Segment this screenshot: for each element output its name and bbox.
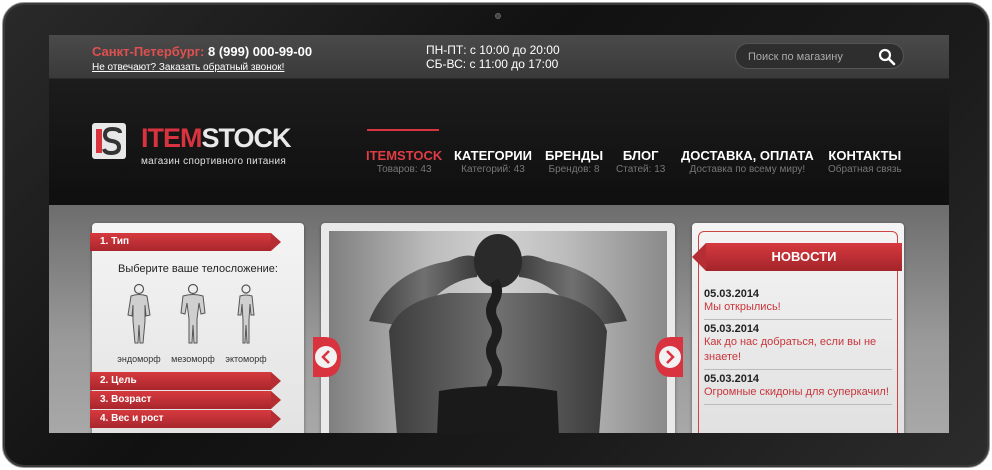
nav-sublabel: Обратная связь [828, 164, 902, 175]
nav-label: БЛОГ [622, 148, 659, 163]
camera-dot [495, 13, 501, 19]
logo-wordmark[interactable]: ITEMSTOCK [141, 123, 292, 154]
city-label: Санкт-Петербург: [92, 44, 205, 59]
body-type-prompt: Выберите ваше телосложение: [118, 263, 278, 275]
news-panel: НОВОСТИ 05.03.2014 Мы открылись! 05.03.2… [692, 223, 904, 433]
slide-image [329, 231, 667, 433]
news-item[interactable]: 05.03.2014 Как до нас добраться, если вы… [704, 320, 892, 370]
news-title-link[interactable]: Как до нас добраться, если вы не знаете! [704, 335, 892, 365]
body-type-label: эндоморф [117, 354, 161, 364]
nav-label: ITEMSTOCK [366, 148, 443, 163]
nav-active-indicator [367, 129, 439, 131]
logo-word-item: ITEM [141, 123, 202, 153]
callback-link[interactable]: Не отвечают? Заказать обратный звонок! [92, 62, 284, 73]
website-screen: Санкт-Петербург: 8 (999) 000-99-00 Не от… [49, 35, 949, 433]
news-item[interactable]: 05.03.2014 Мы открылись! [704, 285, 892, 320]
nav-item-brands[interactable]: БРЕНДЫ Брендов: 8 [545, 148, 603, 175]
content-area: 1. Тип Выберите ваше телосложение: эндом… [49, 205, 949, 433]
search-box [735, 43, 904, 69]
body-type-selector: 1. Тип Выберите ваше телосложение: эндом… [90, 223, 304, 433]
nav-label: ДОСТАВКА, ОПЛАТА [681, 148, 814, 163]
logo-icon[interactable] [92, 123, 126, 159]
search-icon[interactable] [878, 48, 896, 66]
phone-number[interactable]: 8 (999) 000-99-00 [208, 44, 312, 59]
nav-item-contacts[interactable]: КОНТАКТЫ Обратная связь [828, 148, 902, 175]
step-tab-age[interactable]: 3. Возраст [90, 391, 281, 409]
body-type-label: эктоморф [225, 354, 267, 364]
news-date: 05.03.2014 [704, 288, 760, 300]
logo-tagline: магазин спортивного питания [141, 156, 287, 167]
nav-label: БРЕНДЫ [545, 148, 604, 163]
tablet-frame: Санкт-Петербург: 8 (999) 000-99-00 Не от… [2, 2, 990, 468]
contact-phone-line: Санкт-Петербург: 8 (999) 000-99-00 [92, 44, 312, 59]
step-tab-goal[interactable]: 2. Цель [90, 372, 281, 390]
nav-item-delivery[interactable]: ДОСТАВКА, ОПЛАТА Доставка по всему миру! [681, 148, 814, 175]
nav-sublabel: Доставка по всему миру! [689, 164, 806, 175]
nav-sublabel: Товаров: 43 [376, 164, 432, 175]
nav-item-itemstock[interactable]: ITEMSTOCK Товаров: 43 [366, 148, 442, 175]
nav-item-blog[interactable]: БЛОГ Статей: 13 [616, 148, 665, 175]
top-bar: Санкт-Петербург: 8 (999) 000-99-00 Не от… [49, 35, 949, 79]
search-input[interactable] [748, 49, 868, 64]
news-list: 05.03.2014 Мы открылись! 05.03.2014 Как … [704, 285, 892, 405]
ectomorph-figure-icon[interactable] [233, 283, 259, 345]
mesomorph-figure-icon[interactable] [180, 283, 206, 345]
site-header: ITEMSTOCK магазин спортивного питания IT… [49, 79, 949, 205]
news-title-link[interactable]: Мы открылись! [704, 300, 892, 315]
body-type-label: мезоморф [171, 354, 215, 364]
logo-word-stock: STOCK [201, 123, 292, 153]
step-tab-weight-height[interactable]: 4. Вес и рост [90, 410, 281, 428]
step-tab-type[interactable]: 1. Тип [90, 233, 281, 251]
athlete-back-photo [369, 234, 627, 433]
news-heading: НОВОСТИ [692, 243, 902, 271]
nav-sublabel: Брендов: 8 [548, 164, 600, 175]
nav-label: КАТЕГОРИИ [454, 148, 532, 163]
news-item[interactable]: 05.03.2014 Огромные скидоны для суперкач… [704, 370, 892, 405]
slider-next-button[interactable] [655, 337, 683, 377]
endomorph-figure-icon[interactable] [126, 283, 152, 345]
news-date: 05.03.2014 [704, 323, 760, 335]
news-title-link[interactable]: Огромные скидоны для суперкачил! [704, 385, 892, 400]
hours-weekend: СБ-ВС: с 11:00 до 17:00 [426, 57, 559, 71]
slider-prev-button[interactable] [313, 337, 341, 377]
nav-label: КОНТАКТЫ [828, 148, 902, 163]
nav-item-categories[interactable]: КАТЕГОРИИ Категорий: 43 [454, 148, 532, 175]
nav-sublabel: Категорий: 43 [461, 164, 525, 175]
news-date: 05.03.2014 [704, 373, 760, 385]
hours-weekdays: ПН-ПТ: с 10:00 до 20:00 [426, 43, 560, 57]
image-slider [313, 223, 683, 433]
working-hours: ПН-ПТ: с 10:00 до 20:00 СБ-ВС: с 11:00 д… [426, 43, 560, 71]
nav-sublabel: Статей: 13 [616, 164, 666, 175]
